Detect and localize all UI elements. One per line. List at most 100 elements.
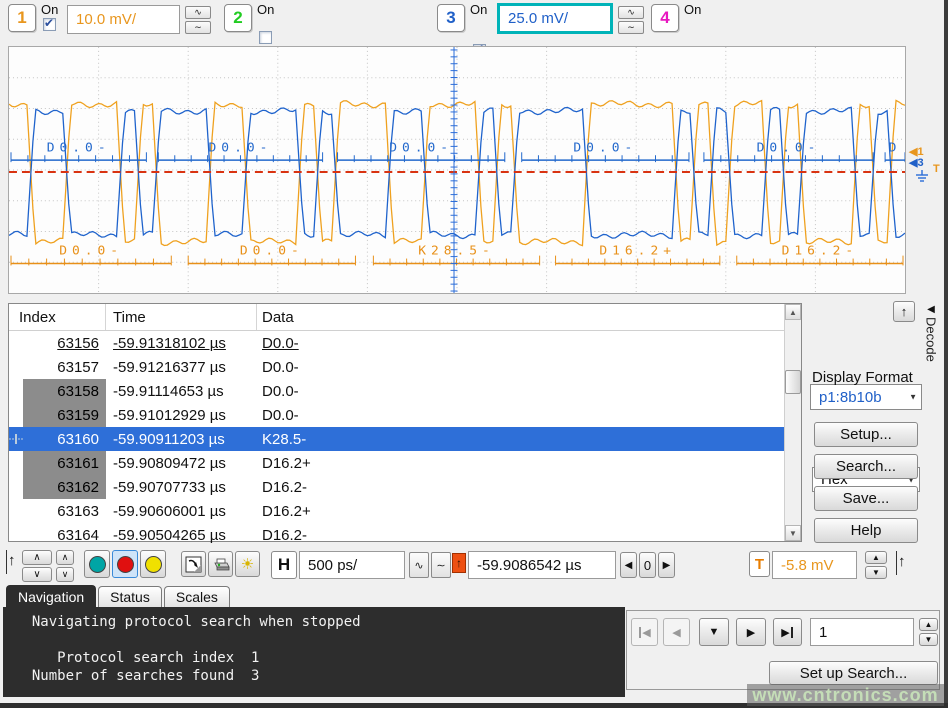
console-text: Navigating protocol search when stopped … — [3, 607, 625, 685]
channel-3-scale-coarse-button[interactable]: ∿ — [618, 6, 644, 19]
printer-icon — [212, 557, 230, 572]
svg-text:D0.0-: D0.0- — [757, 140, 821, 155]
channel-2-on-label: On — [257, 2, 274, 17]
display-format-label: Display Format — [812, 369, 913, 386]
channel-2-button[interactable]: 2 — [224, 4, 252, 32]
tab-navigation[interactable]: Navigation — [6, 585, 96, 608]
set-up-search-button[interactable]: Set up Search... — [769, 661, 938, 685]
svg-text:D0.0-: D0.0- — [389, 140, 453, 155]
channel-2-on-checkbox[interactable] — [259, 31, 272, 44]
table-row[interactable]: 63163-59.90606001 µsD16.2+ — [9, 499, 785, 523]
scrollbar-thumb[interactable] — [785, 370, 801, 394]
panel-collapse-button[interactable]: ↑ — [893, 301, 915, 322]
trigger-button[interactable]: T — [749, 551, 770, 577]
table-row[interactable]: 63162-59.90707733 µsD16.2- — [9, 475, 785, 499]
search-index-up-button[interactable]: ▲ — [919, 618, 938, 631]
run-button[interactable] — [84, 550, 110, 578]
svg-text:D0.0-: D0.0- — [240, 244, 304, 259]
channel-1-on-label: On — [41, 2, 58, 17]
timebase-coarse-button[interactable]: ∿ — [409, 552, 429, 578]
expand-down-button[interactable]: ∨ — [22, 567, 52, 582]
trigger-level-field[interactable]: -5.8 mV — [772, 551, 857, 579]
scrollbar-up-button[interactable]: ▲ — [785, 304, 801, 320]
message-console: Navigating protocol search when stopped … — [3, 607, 625, 697]
position-zero-button[interactable]: 0 — [639, 552, 656, 578]
setup-button[interactable]: Setup... — [814, 422, 918, 447]
listing-rows: 63156-59.91318102 µsD0.0-63157-59.912163… — [9, 331, 785, 547]
table-row[interactable]: 63157-59.91216377 µsD0.0- — [9, 355, 785, 379]
marker-arrow-icon: ↑ — [6, 550, 16, 574]
nav-down-button[interactable]: ▼ — [699, 618, 729, 646]
nav-next-button[interactable]: ▶ — [736, 618, 766, 646]
channel-1-scale-coarse-button[interactable]: ∿ — [185, 6, 211, 19]
position-left-button[interactable]: ◀ — [620, 552, 637, 578]
timebase-fine-button[interactable]: ∼ — [431, 552, 451, 578]
channel-3-scale-field[interactable]: 25.0 mV/ — [497, 3, 613, 34]
search-index-down-button[interactable]: ▼ — [919, 633, 938, 646]
nav-first-button[interactable]: ◀ — [631, 618, 658, 646]
table-row[interactable]: 63159-59.91012929 µsD0.0- — [9, 403, 785, 427]
timebase-field[interactable]: 500 ps/ — [299, 551, 405, 579]
export-icon — [185, 556, 202, 573]
channel-3-reference-marker: ◀3 — [909, 158, 924, 169]
navigation-panel: ◀ ◀ ▼ ▶ ▶ 1 ▲ ▼ Set up Search... — [626, 610, 940, 690]
decode-source-dropdown[interactable]: p1:8b10b▼ — [810, 384, 922, 410]
listing-scrollbar[interactable]: ▲ ▼ — [784, 304, 801, 541]
table-row[interactable]: 63156-59.91318102 µsD0.0- — [9, 331, 785, 355]
trigger-level-up-button[interactable]: ▲ — [865, 551, 887, 564]
status-tabbar: NavigationStatusScales — [6, 585, 232, 608]
nudge-down-button[interactable]: ∨ — [56, 567, 74, 582]
search-button[interactable]: Search... — [814, 454, 918, 479]
tab-scales[interactable]: Scales — [164, 586, 230, 608]
decode-side-tab[interactable]: ◀ Decode — [919, 299, 943, 385]
listing-header: Index Time Data — [9, 304, 801, 331]
oscilloscope-window: 1 On 10.0 mV/ ∿ ∼ 2 On 3 On 25.0 mV/ ∿ ∼… — [0, 0, 948, 708]
svg-text:D16.2-: D16.2- — [782, 244, 859, 259]
channel-1-on-checkbox[interactable] — [43, 18, 56, 31]
horizontal-button[interactable]: H — [271, 551, 297, 579]
waveform-display[interactable]: D0.0-D0.0-D0.0-D0.0-D0.0-DD0.0-D0.0-K28.… — [8, 46, 906, 294]
nudge-up-button[interactable]: ∧ — [56, 550, 74, 565]
print-button[interactable] — [208, 551, 233, 577]
column-header-time[interactable]: Time — [106, 304, 257, 330]
channel-1-button[interactable]: 1 — [8, 4, 36, 32]
expand-up-button[interactable]: ∧ — [22, 550, 52, 565]
display-brightness-button[interactable]: ☀ — [235, 551, 260, 577]
channel-4-on-label: On — [684, 2, 701, 17]
table-row[interactable]: 63164-59.90504265 µsD16.2- — [9, 523, 785, 547]
svg-text:D0.0-: D0.0- — [47, 140, 111, 155]
window-right-edge — [944, 0, 948, 708]
stop-button[interactable] — [112, 550, 138, 578]
channel-4-button[interactable]: 4 — [651, 4, 679, 32]
trigger-level-marker: T — [933, 164, 940, 175]
search-index-field[interactable]: 1 — [810, 618, 914, 646]
save-button[interactable]: Save... — [814, 486, 918, 511]
channel-1-scale-fine-button[interactable]: ∼ — [185, 21, 211, 34]
svg-text:D0.0-: D0.0- — [573, 140, 637, 155]
position-right-button[interactable]: ▶ — [658, 552, 675, 578]
svg-text:D16.2+: D16.2+ — [599, 244, 676, 259]
channel-3-scale-fine-button[interactable]: ∼ — [618, 21, 644, 34]
channel-3-on-label: On — [470, 2, 487, 17]
svg-text:D0.0-: D0.0- — [209, 140, 273, 155]
horizontal-position-field[interactable]: -59.9086542 µs — [468, 551, 616, 579]
trigger-level-down-button[interactable]: ▼ — [865, 566, 887, 579]
scrollbar-down-button[interactable]: ▼ — [785, 525, 801, 541]
decode-listing: Index Time Data 63156-59.91318102 µsD0.0… — [8, 303, 802, 542]
table-row[interactable]: 63161-59.90809472 µsD16.2+ — [9, 451, 785, 475]
nav-last-button[interactable]: ▶ — [773, 618, 802, 646]
column-header-index[interactable]: Index — [9, 304, 106, 330]
channel-3-button[interactable]: 3 — [437, 4, 465, 32]
column-header-data[interactable]: Data — [257, 304, 801, 330]
stop-icon — [117, 556, 134, 573]
tab-status[interactable]: Status — [98, 586, 162, 608]
help-button[interactable]: Help — [814, 518, 918, 543]
nav-previous-button[interactable]: ◀ — [663, 618, 690, 646]
table-row[interactable]: 63158-59.91114653 µsD0.0- — [9, 379, 785, 403]
channel-1-scale-field[interactable]: 10.0 mV/ — [67, 5, 180, 34]
table-row[interactable]: 63160-59.90911203 µsK28.5- — [9, 427, 785, 451]
single-button[interactable] — [140, 550, 166, 578]
export-image-button[interactable] — [181, 551, 206, 577]
svg-text:D0.0-: D0.0- — [59, 244, 123, 259]
ground-icon — [915, 170, 930, 189]
